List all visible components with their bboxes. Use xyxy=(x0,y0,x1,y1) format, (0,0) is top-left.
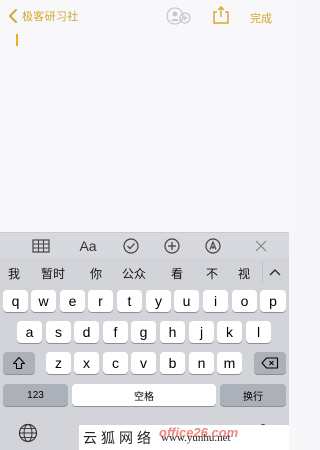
key-i[interactable]: i xyxy=(203,290,228,312)
key-z[interactable]: z xyxy=(46,352,71,374)
add-people-icon[interactable] xyxy=(166,7,192,25)
watermark-brand: office26.com xyxy=(159,425,239,440)
chevron-up-icon xyxy=(269,269,280,276)
expand-candidates-button[interactable] xyxy=(262,261,286,283)
numbers-key[interactable]: 123 xyxy=(3,384,68,406)
key-s[interactable]: s xyxy=(46,321,71,343)
plus-icon xyxy=(164,238,180,254)
markup-button[interactable] xyxy=(203,237,223,255)
checklist-icon xyxy=(123,238,139,254)
note-text-area[interactable] xyxy=(0,30,289,230)
key-f[interactable]: f xyxy=(103,321,128,343)
key-j[interactable]: j xyxy=(189,321,214,343)
candidate-item[interactable]: 视 xyxy=(238,265,250,282)
key-t[interactable]: t xyxy=(117,290,142,312)
key-r[interactable]: r xyxy=(88,290,113,312)
key-l[interactable]: l xyxy=(246,321,271,343)
text-style-button[interactable]: Aa xyxy=(74,237,102,255)
shift-key[interactable] xyxy=(3,352,35,374)
backspace-icon xyxy=(261,357,279,369)
delete-key[interactable] xyxy=(254,352,286,374)
key-u[interactable]: u xyxy=(174,290,199,312)
watermark: 云狐网络 www.yunhu.net office26.com xyxy=(79,425,289,450)
back-button[interactable]: 极客研习社 xyxy=(6,8,79,24)
close-icon xyxy=(255,240,267,252)
navigation-bar: 极客研习社 完成 xyxy=(0,0,289,34)
note-editor: 极客研习社 完成 xyxy=(0,0,289,232)
key-y[interactable]: y xyxy=(146,290,171,312)
key-x[interactable]: x xyxy=(74,352,99,374)
key-p[interactable]: p xyxy=(260,290,286,312)
candidate-item[interactable]: 我 xyxy=(8,265,20,282)
done-button[interactable]: 完成 xyxy=(250,10,272,26)
candidate-item[interactable]: 你 xyxy=(90,265,102,282)
candidate-item[interactable]: 暂时 xyxy=(41,265,65,282)
key-o[interactable]: o xyxy=(232,290,257,312)
back-button-label: 极客研习社 xyxy=(22,10,79,23)
key-d[interactable]: d xyxy=(74,321,99,343)
key-g[interactable]: g xyxy=(131,321,156,343)
key-b[interactable]: b xyxy=(160,352,185,374)
globe-icon[interactable] xyxy=(18,423,38,443)
key-v[interactable]: v xyxy=(131,352,156,374)
table-icon xyxy=(32,239,50,253)
key-q[interactable]: q xyxy=(3,290,28,312)
format-toolbar: Aa xyxy=(0,232,289,258)
text-cursor xyxy=(16,34,18,46)
chevron-left-icon xyxy=(9,9,17,23)
candidate-bar: 我 暂时 你 公众 看 不 视 xyxy=(0,258,289,287)
candidate-item[interactable]: 公众 xyxy=(122,265,146,282)
checklist-button[interactable] xyxy=(121,237,141,255)
text-style-label: Aa xyxy=(79,238,97,254)
key-w[interactable]: w xyxy=(31,290,56,312)
key-c[interactable]: c xyxy=(103,352,128,374)
key-m[interactable]: m xyxy=(217,352,242,374)
shift-icon xyxy=(12,356,26,370)
candidate-item[interactable]: 看 xyxy=(171,265,183,282)
key-e[interactable]: e xyxy=(60,290,85,312)
markup-icon xyxy=(205,238,221,254)
space-key[interactable]: 空格 xyxy=(72,384,216,406)
share-icon[interactable] xyxy=(212,5,230,25)
key-a[interactable]: a xyxy=(17,321,42,343)
key-n[interactable]: n xyxy=(189,352,214,374)
table-button[interactable] xyxy=(31,237,51,255)
add-attachment-button[interactable] xyxy=(162,237,182,255)
key-k[interactable]: k xyxy=(217,321,242,343)
watermark-text: 云狐网络 xyxy=(83,430,155,447)
key-h[interactable]: h xyxy=(160,321,185,343)
candidate-item[interactable]: 不 xyxy=(206,265,218,282)
close-toolbar-button[interactable] xyxy=(252,237,270,255)
return-key[interactable]: 换行 xyxy=(220,384,286,406)
